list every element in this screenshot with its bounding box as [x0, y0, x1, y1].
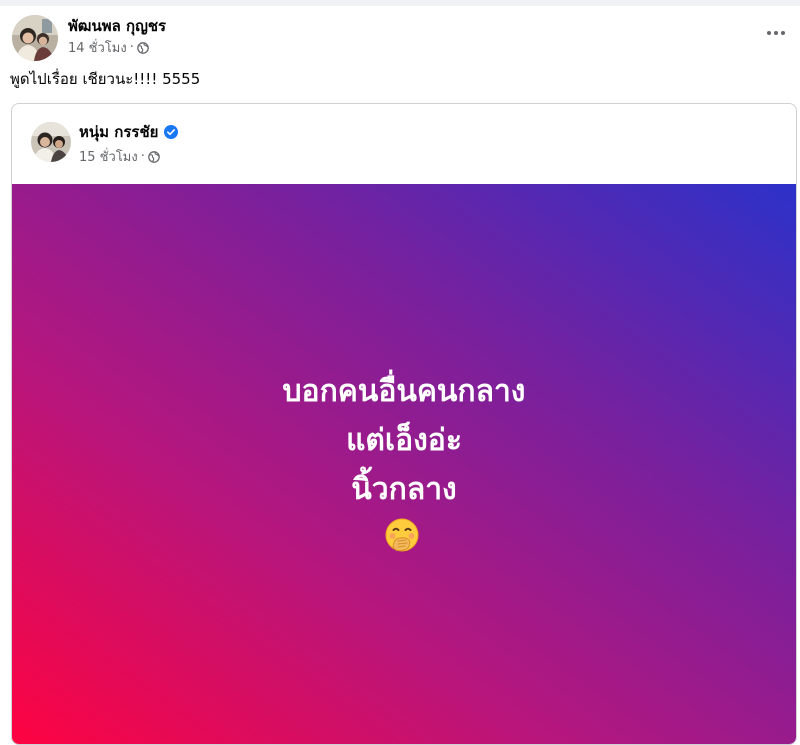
shared-post-timestamp[interactable]: 15 ชั่วโมง — [79, 146, 138, 167]
post-timestamp[interactable]: 14 ชั่วโมง — [68, 37, 127, 58]
face-with-hand-over-mouth-emoji-icon — [384, 517, 420, 553]
background-post-line: แต่เอ็งอ่ะ — [346, 423, 462, 458]
feed-post: พัฒนพล กุญชร 14 ชั่วโมง · พูดไปเรื่อย เช… — [0, 6, 800, 745]
shared-post-meta: 15 ชั่วโมง · — [79, 146, 160, 167]
globe-icon[interactable] — [136, 41, 149, 54]
shared-author-name[interactable]: หนุ่ม กรรชัย — [79, 120, 158, 144]
post-text: พูดไปเรื่อย เชียวนะ!!!! 5555 — [10, 70, 201, 88]
shared-post-card[interactable]: หนุ่ม กรรชัย 15 ชั่วโมง · บอกคนอื่นคนกลา… — [11, 103, 797, 745]
meta-separator: · — [129, 40, 134, 55]
shared-author-avatar[interactable] — [31, 122, 71, 162]
more-options-icon — [766, 21, 786, 40]
background-post-text: บอกคนอื่นคนกลาง แต่เอ็งอ่ะ นิ้วกลาง — [12, 367, 796, 514]
author-avatar[interactable] — [12, 15, 58, 61]
more-options-button[interactable] — [764, 18, 788, 42]
meta-separator: · — [140, 149, 145, 164]
background-text-post[interactable]: บอกคนอื่นคนกลาง แต่เอ็งอ่ะ นิ้วกลาง — [12, 184, 796, 744]
verified-badge-icon — [164, 125, 179, 139]
post-meta: 14 ชั่วโมง · — [68, 37, 149, 58]
background-post-line: นิ้วกลาง — [351, 472, 457, 507]
background-post-line: บอกคนอื่นคนกลาง — [282, 374, 526, 409]
shared-author-row: หนุ่ม กรรชัย — [79, 120, 179, 144]
author-name[interactable]: พัฒนพล กุญชร — [68, 14, 166, 38]
globe-icon[interactable] — [147, 150, 160, 163]
